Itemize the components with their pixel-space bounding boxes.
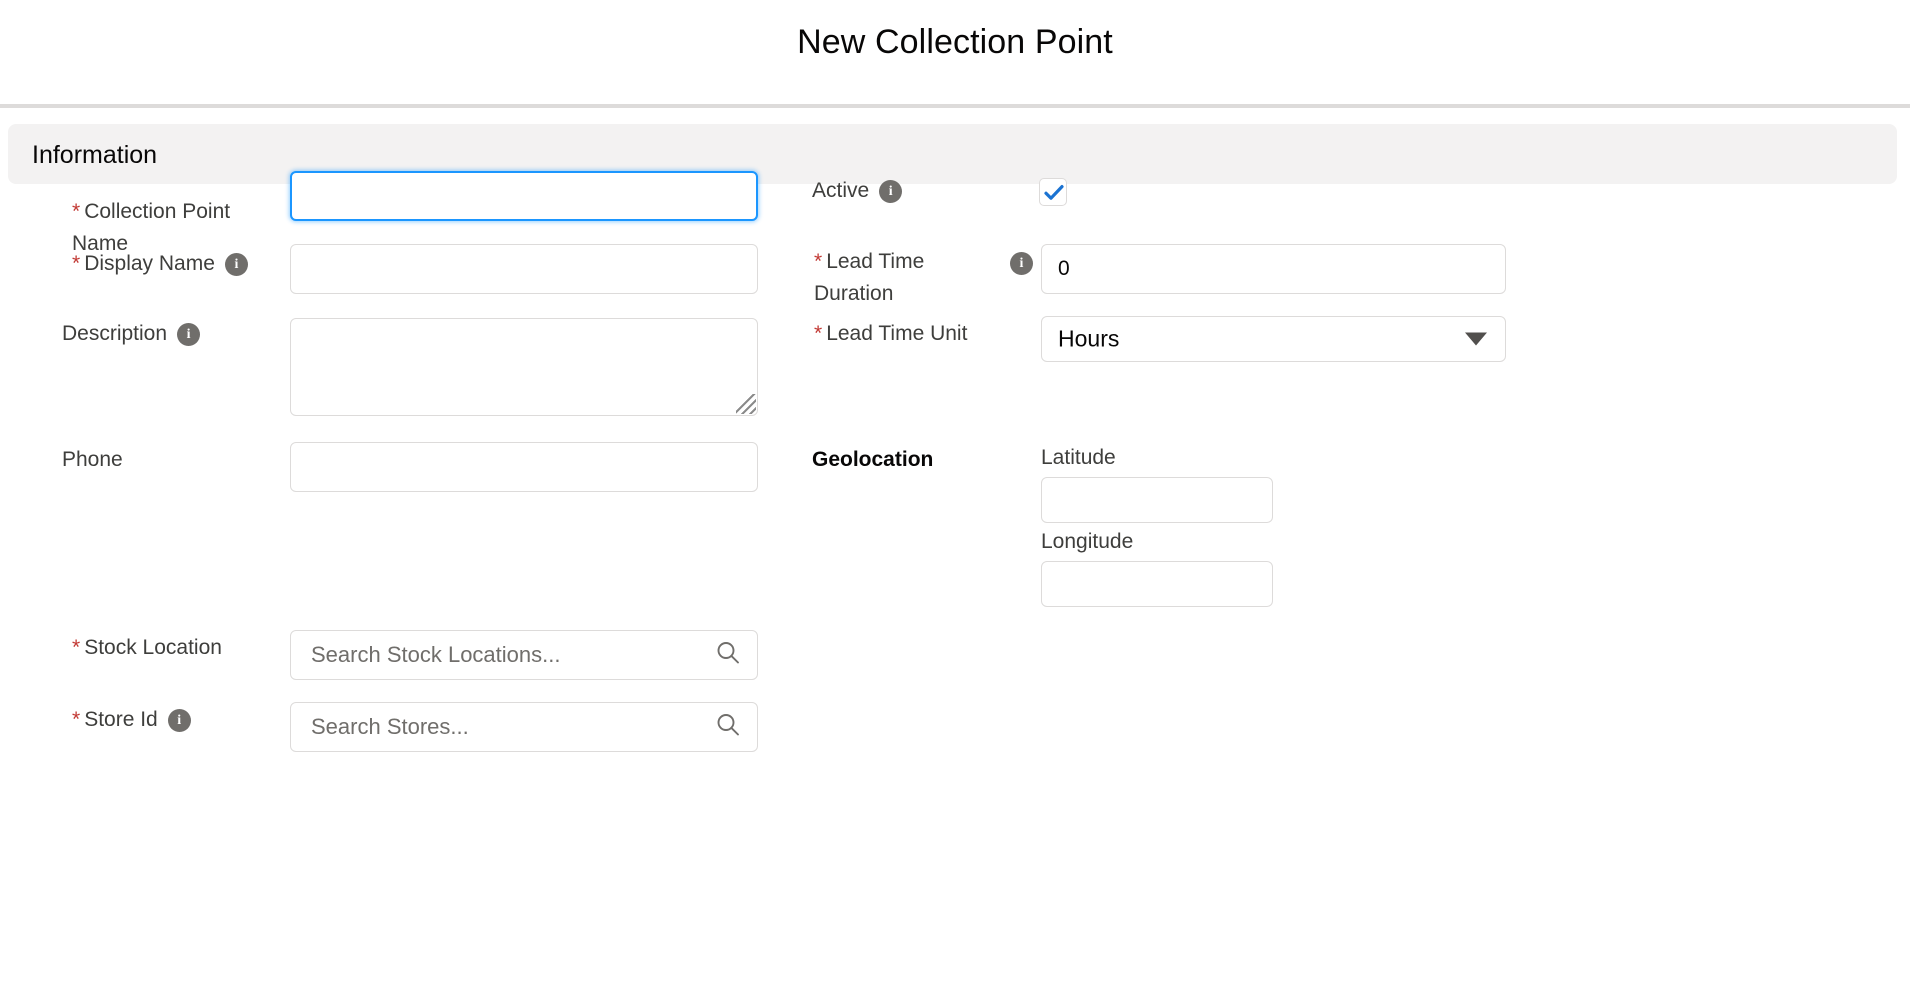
store-id-lookup[interactable]: [290, 702, 758, 752]
form-body: *Collection Point Name *Display Namei De…: [0, 196, 1910, 982]
label-store-id: *Store Id i: [72, 704, 191, 736]
label-display-name: *Display Name i: [72, 248, 248, 280]
info-icon[interactable]: i: [1010, 252, 1033, 275]
info-icon[interactable]: i: [177, 323, 200, 346]
required-indicator: *: [72, 708, 80, 731]
section-header-label: Information: [32, 141, 157, 169]
label-text: Phone: [62, 448, 123, 471]
info-icon[interactable]: i: [168, 709, 191, 732]
page-header: New Collection Point: [0, 0, 1910, 106]
collection-point-name-input[interactable]: [290, 171, 758, 221]
label-text: Stock Location: [84, 636, 222, 659]
required-indicator: *: [72, 636, 80, 659]
required-indicator: *: [814, 250, 822, 273]
store-id-input[interactable]: [291, 703, 757, 751]
label-text: Display Name: [84, 252, 215, 275]
label-stock-location: *Stock Location: [72, 632, 222, 664]
label-text: Active: [812, 179, 869, 202]
required-indicator: *: [814, 322, 822, 345]
label-description: Description i: [62, 318, 200, 350]
info-icon[interactable]: i: [225, 253, 248, 276]
stock-location-input[interactable]: [291, 631, 757, 679]
info-icon[interactable]: i: [879, 180, 902, 203]
page-title: New Collection Point: [0, 22, 1910, 62]
display-name-input[interactable]: [290, 244, 758, 294]
label-text: Collection Point Name: [72, 200, 230, 255]
label-text: Lead Time Duration: [814, 250, 924, 305]
label-lead-time-unit: *Lead Time Unit: [814, 318, 967, 350]
label-lead-time-duration: *Lead Time Duration: [814, 246, 1004, 310]
latitude-input[interactable]: [1041, 477, 1273, 523]
lead-time-unit-select[interactable]: Hours: [1041, 316, 1506, 362]
label-latitude: Latitude: [1041, 442, 1116, 474]
lead-time-unit-selected-value: Hours: [1058, 326, 1119, 353]
label-text: Description: [62, 322, 167, 345]
check-icon: [1044, 184, 1064, 202]
label-longitude: Longitude: [1041, 526, 1133, 558]
required-indicator: *: [72, 200, 80, 223]
phone-input[interactable]: [290, 442, 758, 492]
label-active: Activei: [812, 175, 902, 207]
required-indicator: *: [72, 252, 80, 275]
header-divider: [0, 104, 1910, 108]
label-text: Lead Time Unit: [826, 322, 967, 345]
label-text: Geolocation: [812, 448, 933, 471]
label-text: Longitude: [1041, 530, 1133, 553]
label-geolocation: Geolocation: [812, 444, 933, 476]
description-textarea[interactable]: [290, 318, 758, 416]
label-phone: Phone: [62, 444, 123, 476]
lead-time-duration-input[interactable]: [1041, 244, 1506, 294]
label-text: Store Id: [84, 708, 158, 731]
stock-location-lookup[interactable]: [290, 630, 758, 680]
longitude-input[interactable]: [1041, 561, 1273, 607]
active-checkbox[interactable]: [1039, 178, 1067, 206]
label-text: Latitude: [1041, 446, 1116, 469]
chevron-down-icon: [1465, 333, 1487, 346]
